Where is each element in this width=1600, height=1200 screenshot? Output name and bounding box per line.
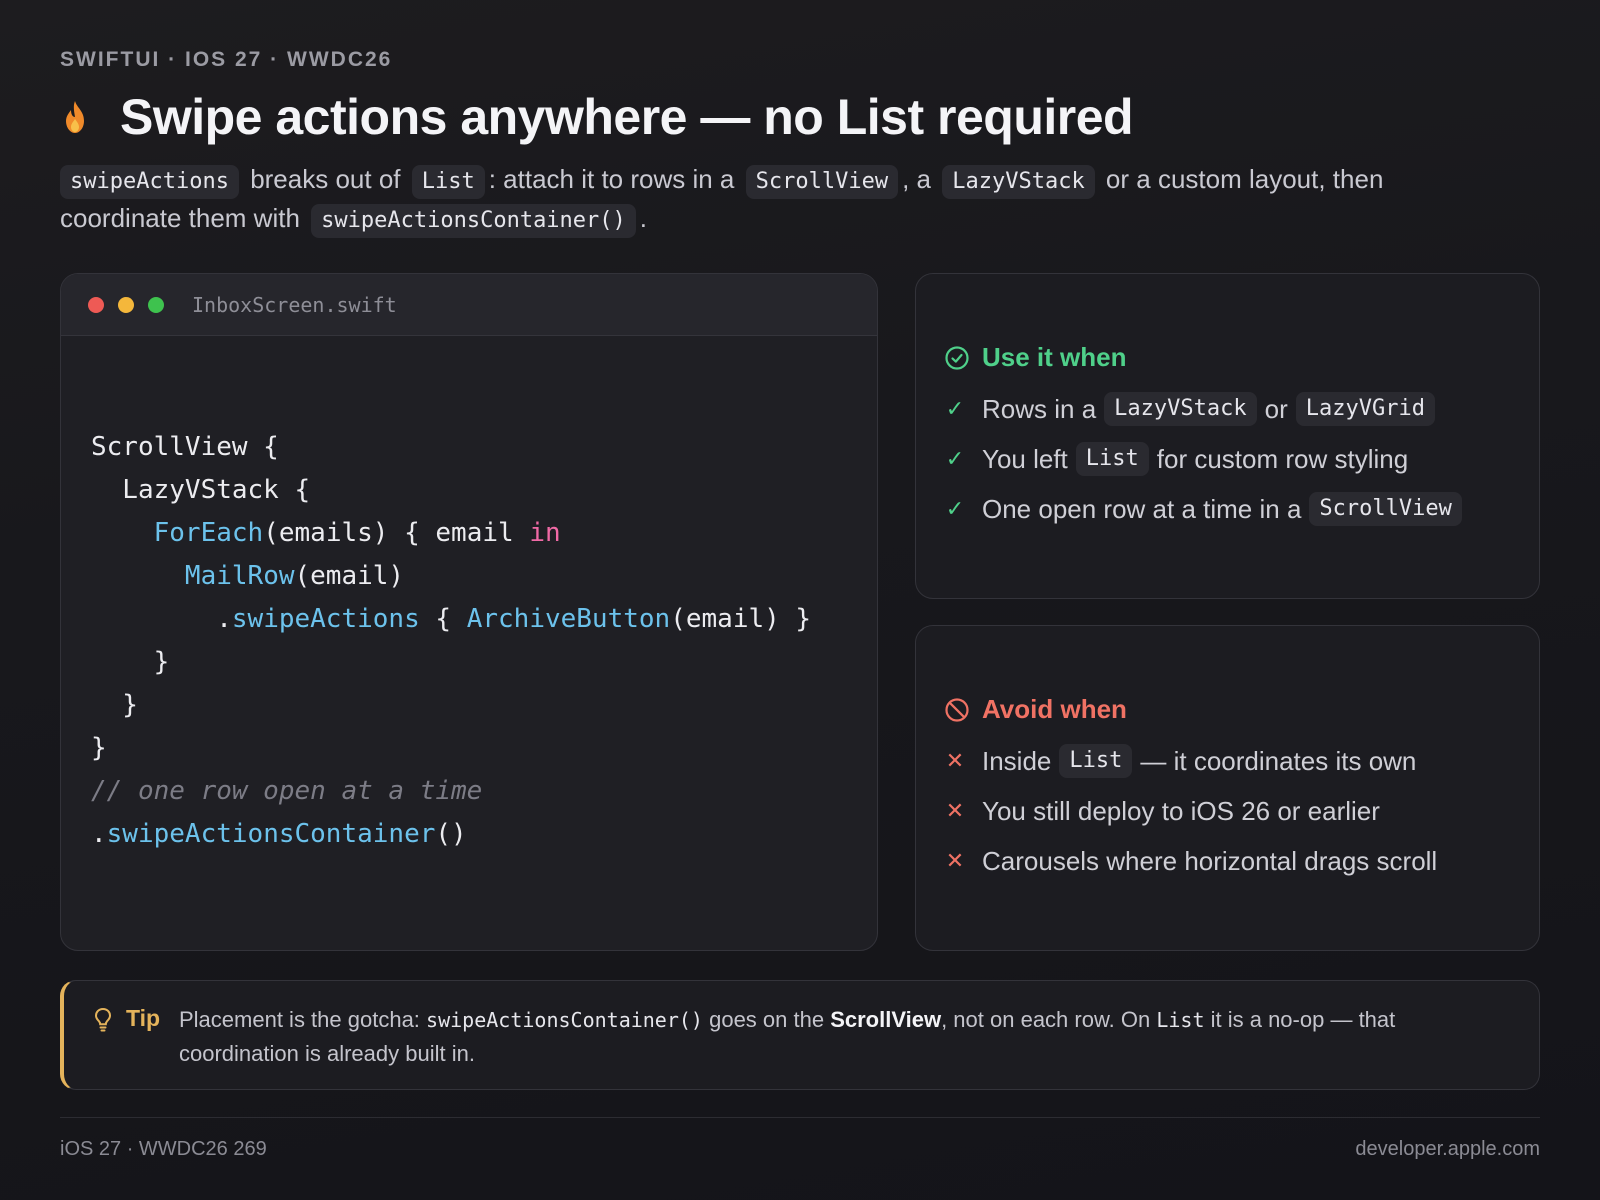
footer-session: iOS 27 · WWDC26 269 — [60, 1138, 267, 1160]
inline-code: swipeActionsContainer() — [426, 1008, 703, 1032]
code-line: (email) } — [670, 604, 812, 634]
eyebrow: SWIFTUI · IOS 27 · WWDC26 — [60, 48, 393, 71]
code-line: LazyVStack { — [91, 475, 311, 505]
code-function: MailRow — [184, 561, 295, 591]
item-text: You left — [982, 443, 1068, 474]
code-comment: // one row open at a time — [91, 776, 483, 806]
footer-divider — [60, 1117, 1540, 1118]
code-line: { — [419, 604, 467, 634]
tip-text-part: Placement is the gotcha: — [179, 1007, 427, 1032]
flame-icon — [66, 101, 84, 133]
item-text: One open row at a time in a — [982, 493, 1302, 524]
item-text: Inside — [982, 745, 1052, 776]
list-item: ✕ Inside List — it coordinates its own — [944, 744, 1437, 778]
footer-source-link[interactable]: developer.apple.com — [1355, 1138, 1540, 1161]
inline-code: List — [1075, 442, 1149, 476]
avoid-when-card: Avoid when ✕ Inside List — it coordinate… — [915, 625, 1540, 951]
item-text: Carousels where horizontal drags scroll — [982, 845, 1438, 876]
code-window-titlebar: InboxScreen.swift — [61, 274, 877, 336]
inline-code: LazyVStack — [942, 165, 1095, 199]
list-item: ✓ One open row at a time in a ScrollView — [944, 492, 1470, 526]
code-punct: . — [216, 604, 232, 634]
inline-code: List — [411, 165, 485, 199]
code-punct: . — [91, 819, 107, 849]
code-line: (emails) { email — [263, 518, 530, 548]
code-line: } — [91, 647, 170, 677]
card-heading-label: Use it when — [982, 342, 1127, 372]
inline-code: ScrollView — [745, 165, 899, 199]
tip-text-part: , not on each row. On — [941, 1007, 1157, 1032]
code-function: ForEach — [153, 518, 264, 548]
zoom-window-dot-icon[interactable] — [148, 296, 164, 313]
use-it-when-heading: Use it when — [944, 342, 1126, 373]
code-function: swipeActionsContainer — [106, 819, 436, 849]
cross-icon: ✕ — [945, 798, 965, 823]
avoid-when-list: ✕ Inside List — it coordinates its own ✕… — [944, 744, 1437, 894]
list-item: ✕ You still deploy to iOS 26 or earlier — [944, 794, 1437, 828]
code-line: } — [91, 690, 138, 720]
code-line: ScrollView { — [91, 432, 279, 462]
inline-code: ScrollView — [1309, 492, 1462, 526]
minimize-window-dot-icon[interactable] — [118, 296, 134, 313]
list-item: ✓ You left List for custom row styling — [944, 442, 1470, 476]
tip-emphasis: ScrollView — [830, 1007, 942, 1032]
code-block: ScrollView { LazyVStack { ForEach(emails… — [91, 426, 811, 856]
inline-code: List — [1156, 1008, 1205, 1032]
inline-code: LazyVGrid — [1295, 392, 1435, 426]
code-function: ArchiveButton — [466, 604, 671, 634]
code-line: } — [91, 733, 107, 763]
use-it-when-card: Use it when ✓ Rows in a LazyVStack or La… — [915, 273, 1540, 599]
intro-text: : attach it to rows in a — [488, 164, 735, 194]
list-item: ✓ Rows in a LazyVStack or LazyVGrid — [944, 392, 1470, 426]
cross-icon: ✕ — [945, 848, 965, 873]
list-item: ✕ Carousels where horizontal drags scrol… — [944, 844, 1437, 878]
use-it-when-list: ✓ Rows in a LazyVStack or LazyVGrid ✓ Yo… — [944, 392, 1470, 542]
intro-text: . — [639, 203, 648, 233]
tip-text: Placement is the gotcha: swipeActionsCon… — [179, 1003, 1509, 1071]
code-line: () — [435, 819, 467, 849]
intro-text: , a — [902, 164, 931, 194]
cross-icon: ✕ — [945, 748, 965, 773]
avoid-when-heading: Avoid when — [944, 694, 1127, 725]
prohibited-icon — [945, 697, 969, 722]
tip-text-part: goes on the — [702, 1007, 831, 1032]
inline-code: List — [1059, 744, 1133, 778]
code-line: (email) — [294, 561, 405, 591]
page-title: Swipe actions anywhere — no List require… — [120, 89, 1134, 145]
tip-callout: Tip Placement is the gotcha: swipeAction… — [60, 980, 1540, 1090]
code-window: InboxScreen.swift ScrollView { LazyVStac… — [60, 273, 878, 951]
code-function: swipeActions — [231, 604, 420, 634]
check-circle-icon — [945, 345, 969, 370]
inline-code: swipeActionsContainer() — [311, 204, 636, 238]
inline-code: swipeActions — [60, 165, 239, 199]
item-text: Rows in a — [982, 393, 1097, 424]
checkmark-icon: ✓ — [945, 496, 965, 521]
code-keyword: in — [529, 518, 561, 548]
inline-code: LazyVStack — [1104, 392, 1257, 426]
slide: SWIFTUI · IOS 27 · WWDC26 Swipe actions … — [60, 0, 1540, 1200]
title-row: Swipe actions anywhere — no List require… — [60, 88, 1134, 146]
lightbulb-icon — [94, 1007, 112, 1032]
intro-text: breaks out of — [250, 164, 401, 194]
card-heading-label: Avoid when — [982, 694, 1127, 724]
tip-label: Tip — [126, 1005, 161, 1031]
item-text: — it coordinates its own — [1140, 745, 1417, 776]
item-text: for custom row styling — [1156, 443, 1409, 474]
close-window-dot-icon[interactable] — [88, 296, 104, 313]
item-text: You still deploy to iOS 26 or earlier — [982, 795, 1380, 826]
checkmark-icon: ✓ — [945, 396, 965, 421]
item-text: or — [1264, 393, 1288, 424]
checkmark-icon: ✓ — [945, 446, 965, 471]
file-name: InboxScreen.swift — [192, 292, 397, 317]
intro-paragraph: swipeActions breaks out of List: attach … — [60, 160, 1480, 238]
